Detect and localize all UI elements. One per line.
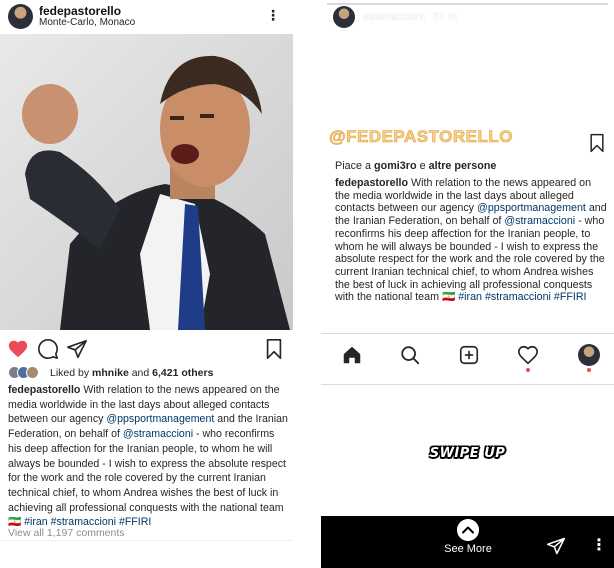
post-caption: fedepastorello With relation to the news… bbox=[8, 384, 288, 529]
activity-notification-dot bbox=[526, 368, 530, 372]
liked-by-user[interactable]: mhnike bbox=[92, 367, 129, 379]
mention-ppsportmanagement[interactable]: @ppsportmanagement bbox=[106, 413, 214, 425]
profile-icon bbox=[578, 344, 600, 366]
bookmark-icon[interactable] bbox=[263, 338, 285, 360]
story-timestamp: 51 m bbox=[433, 11, 458, 23]
post-photo[interactable] bbox=[0, 34, 293, 330]
liked-by-count[interactable]: 6,421 others bbox=[152, 367, 213, 379]
add-post-icon bbox=[459, 345, 479, 365]
share-icon[interactable] bbox=[66, 338, 88, 360]
chevron-up-icon[interactable] bbox=[457, 519, 479, 541]
panel-gap bbox=[293, 0, 321, 568]
send-icon[interactable] bbox=[545, 536, 567, 556]
post-photo-illustration bbox=[0, 34, 293, 330]
home-icon bbox=[343, 346, 361, 364]
post-location[interactable]: Monte-Carlo, Monaco bbox=[39, 17, 135, 28]
likes-text: Liked by mhnike and 6,421 others bbox=[50, 367, 214, 379]
feed-post: fedepastorello Monte-Carlo, Monaco ⋮ Lik… bbox=[0, 0, 293, 568]
heart-icon[interactable] bbox=[7, 338, 29, 360]
profile-notification-dot bbox=[587, 368, 591, 372]
story-username[interactable]: stramaccioni bbox=[363, 11, 425, 23]
search-icon bbox=[401, 346, 420, 365]
divider bbox=[0, 540, 293, 541]
swipe-up-sticker[interactable]: SWIPE UP bbox=[321, 446, 614, 461]
post-actions bbox=[0, 332, 293, 364]
activity-icon bbox=[518, 345, 538, 365]
post-username[interactable]: fedepastorello bbox=[39, 4, 121, 18]
story-likes-text: Piace a gomi3ro e altre persone bbox=[335, 160, 497, 172]
caption-username[interactable]: fedepastorello bbox=[8, 384, 80, 396]
more-options-icon[interactable]: ⋮ bbox=[266, 6, 280, 24]
view-comments-link[interactable]: View all 1,197 comments bbox=[8, 527, 125, 539]
story-progress-fill bbox=[327, 3, 603, 5]
story-handle-sticker[interactable]: @FEDEPASTORELLO bbox=[329, 127, 513, 147]
divider bbox=[321, 384, 614, 385]
story-avatar[interactable] bbox=[333, 6, 355, 28]
bookmark-icon bbox=[590, 133, 604, 153]
story-progress-bar bbox=[327, 3, 608, 5]
screenshot-nav-bar bbox=[321, 333, 614, 377]
post-header: fedepastorello Monte-Carlo, Monaco ⋮ bbox=[0, 0, 293, 34]
likes-row[interactable]: Liked by mhnike and 6,421 others bbox=[8, 366, 293, 380]
post-avatar[interactable] bbox=[8, 4, 33, 29]
comment-icon[interactable] bbox=[37, 338, 59, 360]
mention-stramaccioni[interactable]: @stramaccioni bbox=[123, 428, 193, 440]
story-content[interactable]: stramaccioni 51 m @FEDEPASTORELLO Piace … bbox=[321, 0, 614, 516]
story-viewer: stramaccioni 51 m @FEDEPASTORELLO Piace … bbox=[321, 0, 614, 568]
see-more-button[interactable]: See More bbox=[433, 543, 503, 555]
more-icon[interactable]: ⋮ bbox=[591, 536, 607, 556]
story-caption: fedepastorello With relation to the news… bbox=[335, 177, 607, 304]
liker-avatars bbox=[8, 366, 48, 379]
